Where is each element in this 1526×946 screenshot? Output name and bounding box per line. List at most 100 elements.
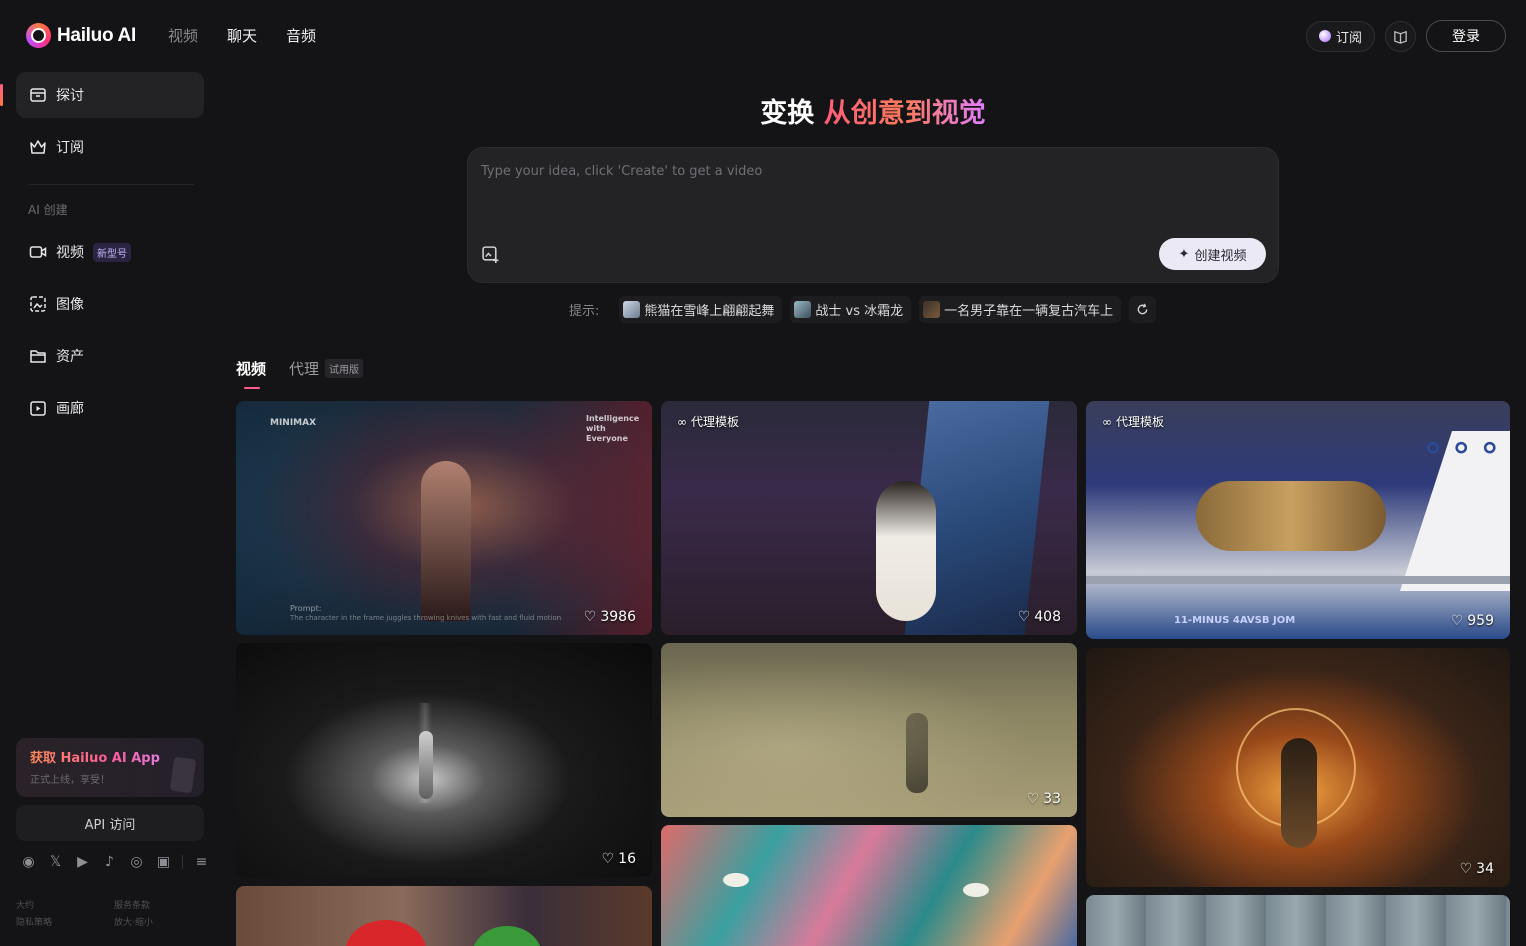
tiktok-icon[interactable]: ♪	[101, 854, 118, 870]
heart-icon: ♡	[1459, 861, 1473, 877]
like-count[interactable]: ♡ 16	[602, 851, 636, 867]
like-value: 34	[1476, 861, 1494, 877]
tab-agent-label: 代理	[289, 360, 320, 378]
social-links: ◉ 𝕏 ▶ ♪ ◎ ▣ ≡	[20, 854, 210, 870]
phone-icon	[169, 756, 197, 794]
language-button[interactable]	[1385, 20, 1416, 52]
prompt-input[interactable]: Type your idea, click 'Create' to get a …	[467, 147, 1279, 283]
video-card[interactable]: ♡ 33	[661, 643, 1077, 817]
link-icon: ∞	[677, 414, 687, 429]
footer-link-zoom[interactable]: 放大·缩小	[114, 915, 204, 928]
nav-chat[interactable]: 聊天	[227, 25, 257, 46]
footer-link-privacy[interactable]: 隐私策略	[16, 915, 114, 928]
prompt-overlay-text: The character in the frame juggles throw…	[290, 614, 562, 622]
create-video-button[interactable]: ✦ 创建视频	[1159, 238, 1266, 270]
banner-text: 11-MINUS 4AVSB JOM	[1174, 615, 1296, 626]
subscribe-button[interactable]: 订阅	[1305, 20, 1375, 52]
link-icon: ∞	[1102, 414, 1112, 429]
tip-chip-label: 战士 vs 冰霜龙	[815, 304, 904, 319]
hailuo-logo-icon	[26, 23, 51, 48]
agent-template-label: 代理模板	[1116, 415, 1165, 429]
minimax-watermark: MINIMAX	[270, 418, 317, 428]
tip-chip[interactable]: 熊猫在雪峰上翩翩起舞	[619, 296, 783, 323]
like-value: 959	[1467, 613, 1494, 629]
hero-title: 变换 从创意到视觉	[0, 91, 1526, 130]
video-card[interactable]: MINIMAX Intelligence with Everyone Promp…	[236, 401, 652, 635]
like-count[interactable]: ♡ 3986	[584, 609, 636, 625]
sparkle-icon: ✦	[1178, 246, 1190, 262]
prompt-placeholder: Type your idea, click 'Create' to get a …	[481, 164, 763, 179]
app-card-title: 获取 Hailuo AI App	[30, 747, 190, 766]
login-button[interactable]: 登录	[1426, 20, 1506, 52]
footer-link-about[interactable]: 大约	[16, 898, 114, 911]
like-value: 408	[1034, 609, 1061, 625]
like-count[interactable]: ♡ 959	[1451, 613, 1494, 629]
x-icon[interactable]: 𝕏	[47, 854, 64, 870]
sidebar-item-subscribe[interactable]: 订阅	[16, 124, 204, 170]
nav-video[interactable]: 视频	[168, 25, 198, 46]
video-card[interactable]: ∞ 代理模板 ♡ 408	[661, 401, 1077, 635]
app-card-subtitle: 正式上线，享受！	[30, 775, 110, 786]
sidebar-item-label: 画廊	[56, 401, 84, 417]
like-count[interactable]: ♡ 34	[1460, 861, 1494, 877]
video-card[interactable]	[236, 886, 652, 946]
logo[interactable]: Hailuo AI	[26, 23, 136, 48]
footer-link-terms[interactable]: 服务条款	[114, 898, 204, 911]
agent-template-label: 代理模板	[691, 415, 740, 429]
video-icon	[29, 243, 47, 261]
gallery-icon	[29, 399, 47, 417]
sidebar-item-image[interactable]: 图像	[16, 281, 204, 327]
sidebar-item-gallery[interactable]: 画廊	[16, 385, 204, 431]
menu-icon[interactable]: ≡	[193, 854, 210, 870]
new-model-badge: 新型号	[93, 242, 131, 262]
olympic-rings-icon: ⚬⚬⚬	[1418, 429, 1504, 469]
subscribe-label: 订阅	[1335, 30, 1362, 46]
gallery-tabs: 视频 代理 试用版	[236, 358, 364, 389]
tip-chip-label: 熊猫在雪峰上翩翩起舞	[644, 304, 775, 319]
sidebar-item-label: 图像	[56, 297, 84, 313]
video-card[interactable]: ♡ 34	[1086, 648, 1510, 887]
discord-icon[interactable]: ◉	[20, 854, 37, 870]
refresh-icon	[1137, 303, 1148, 315]
like-value: 33	[1043, 791, 1061, 807]
get-app-card[interactable]: 获取 Hailuo AI App 正式上线，享受！	[16, 738, 204, 797]
like-count[interactable]: ♡ 33	[1027, 791, 1061, 807]
heart-icon: ♡	[1026, 791, 1040, 807]
sidebar-divider	[28, 184, 194, 185]
tip-chip-label: 一名男子靠在一辆复古汽车上	[944, 304, 1114, 319]
video-card[interactable]	[661, 825, 1077, 946]
create-video-label: 创建视频	[1194, 248, 1247, 264]
sidebar-item-assets[interactable]: 资产	[16, 333, 204, 379]
chip-thumbnail	[923, 301, 941, 318]
add-image-icon[interactable]	[481, 245, 500, 268]
heart-icon: ♡	[601, 851, 615, 867]
hero-title-gradient: 从创意到视觉	[823, 98, 986, 129]
sidebar-item-video[interactable]: 视频 新型号	[16, 229, 204, 275]
refresh-tips-button[interactable]	[1129, 296, 1157, 323]
linkedin-icon[interactable]: ▣	[155, 854, 172, 870]
heart-icon: ♡	[583, 609, 597, 625]
image-icon	[29, 295, 47, 313]
tips-label: 提示:	[569, 304, 600, 319]
sidebar-section-title: AI 创建	[28, 203, 68, 217]
chip-thumbnail	[794, 301, 812, 318]
nav-audio[interactable]: 音频	[286, 25, 316, 46]
crown-icon	[29, 138, 47, 156]
heart-icon: ♡	[1450, 613, 1464, 629]
tip-chip[interactable]: 一名男子靠在一辆复古汽车上	[919, 296, 1122, 323]
like-count[interactable]: ♡ 408	[1018, 609, 1061, 625]
like-value: 3986	[600, 609, 636, 625]
instagram-icon[interactable]: ◎	[128, 854, 145, 870]
globe-book-icon	[1394, 30, 1407, 44]
video-card[interactable]: ♡ 16	[236, 643, 652, 877]
footer-links: 大约 服务条款 隐私策略 放大·缩小	[16, 898, 206, 928]
tip-chip[interactable]: 战士 vs 冰霜龙	[790, 296, 912, 323]
tab-video[interactable]: 视频	[236, 358, 266, 389]
tab-agent[interactable]: 代理 试用版	[289, 358, 364, 379]
video-card[interactable]: ⚬⚬⚬ ∞ 代理模板 11-MINUS 4AVSB JOM ♡ 959	[1086, 401, 1510, 639]
youtube-icon[interactable]: ▶	[74, 854, 91, 870]
top-nav: 视频 聊天 音频	[168, 25, 316, 46]
card-overlay-text: Intelligence with Everyone	[586, 414, 640, 443]
video-card[interactable]	[1086, 895, 1510, 946]
api-access-button[interactable]: API 访问	[16, 805, 204, 841]
